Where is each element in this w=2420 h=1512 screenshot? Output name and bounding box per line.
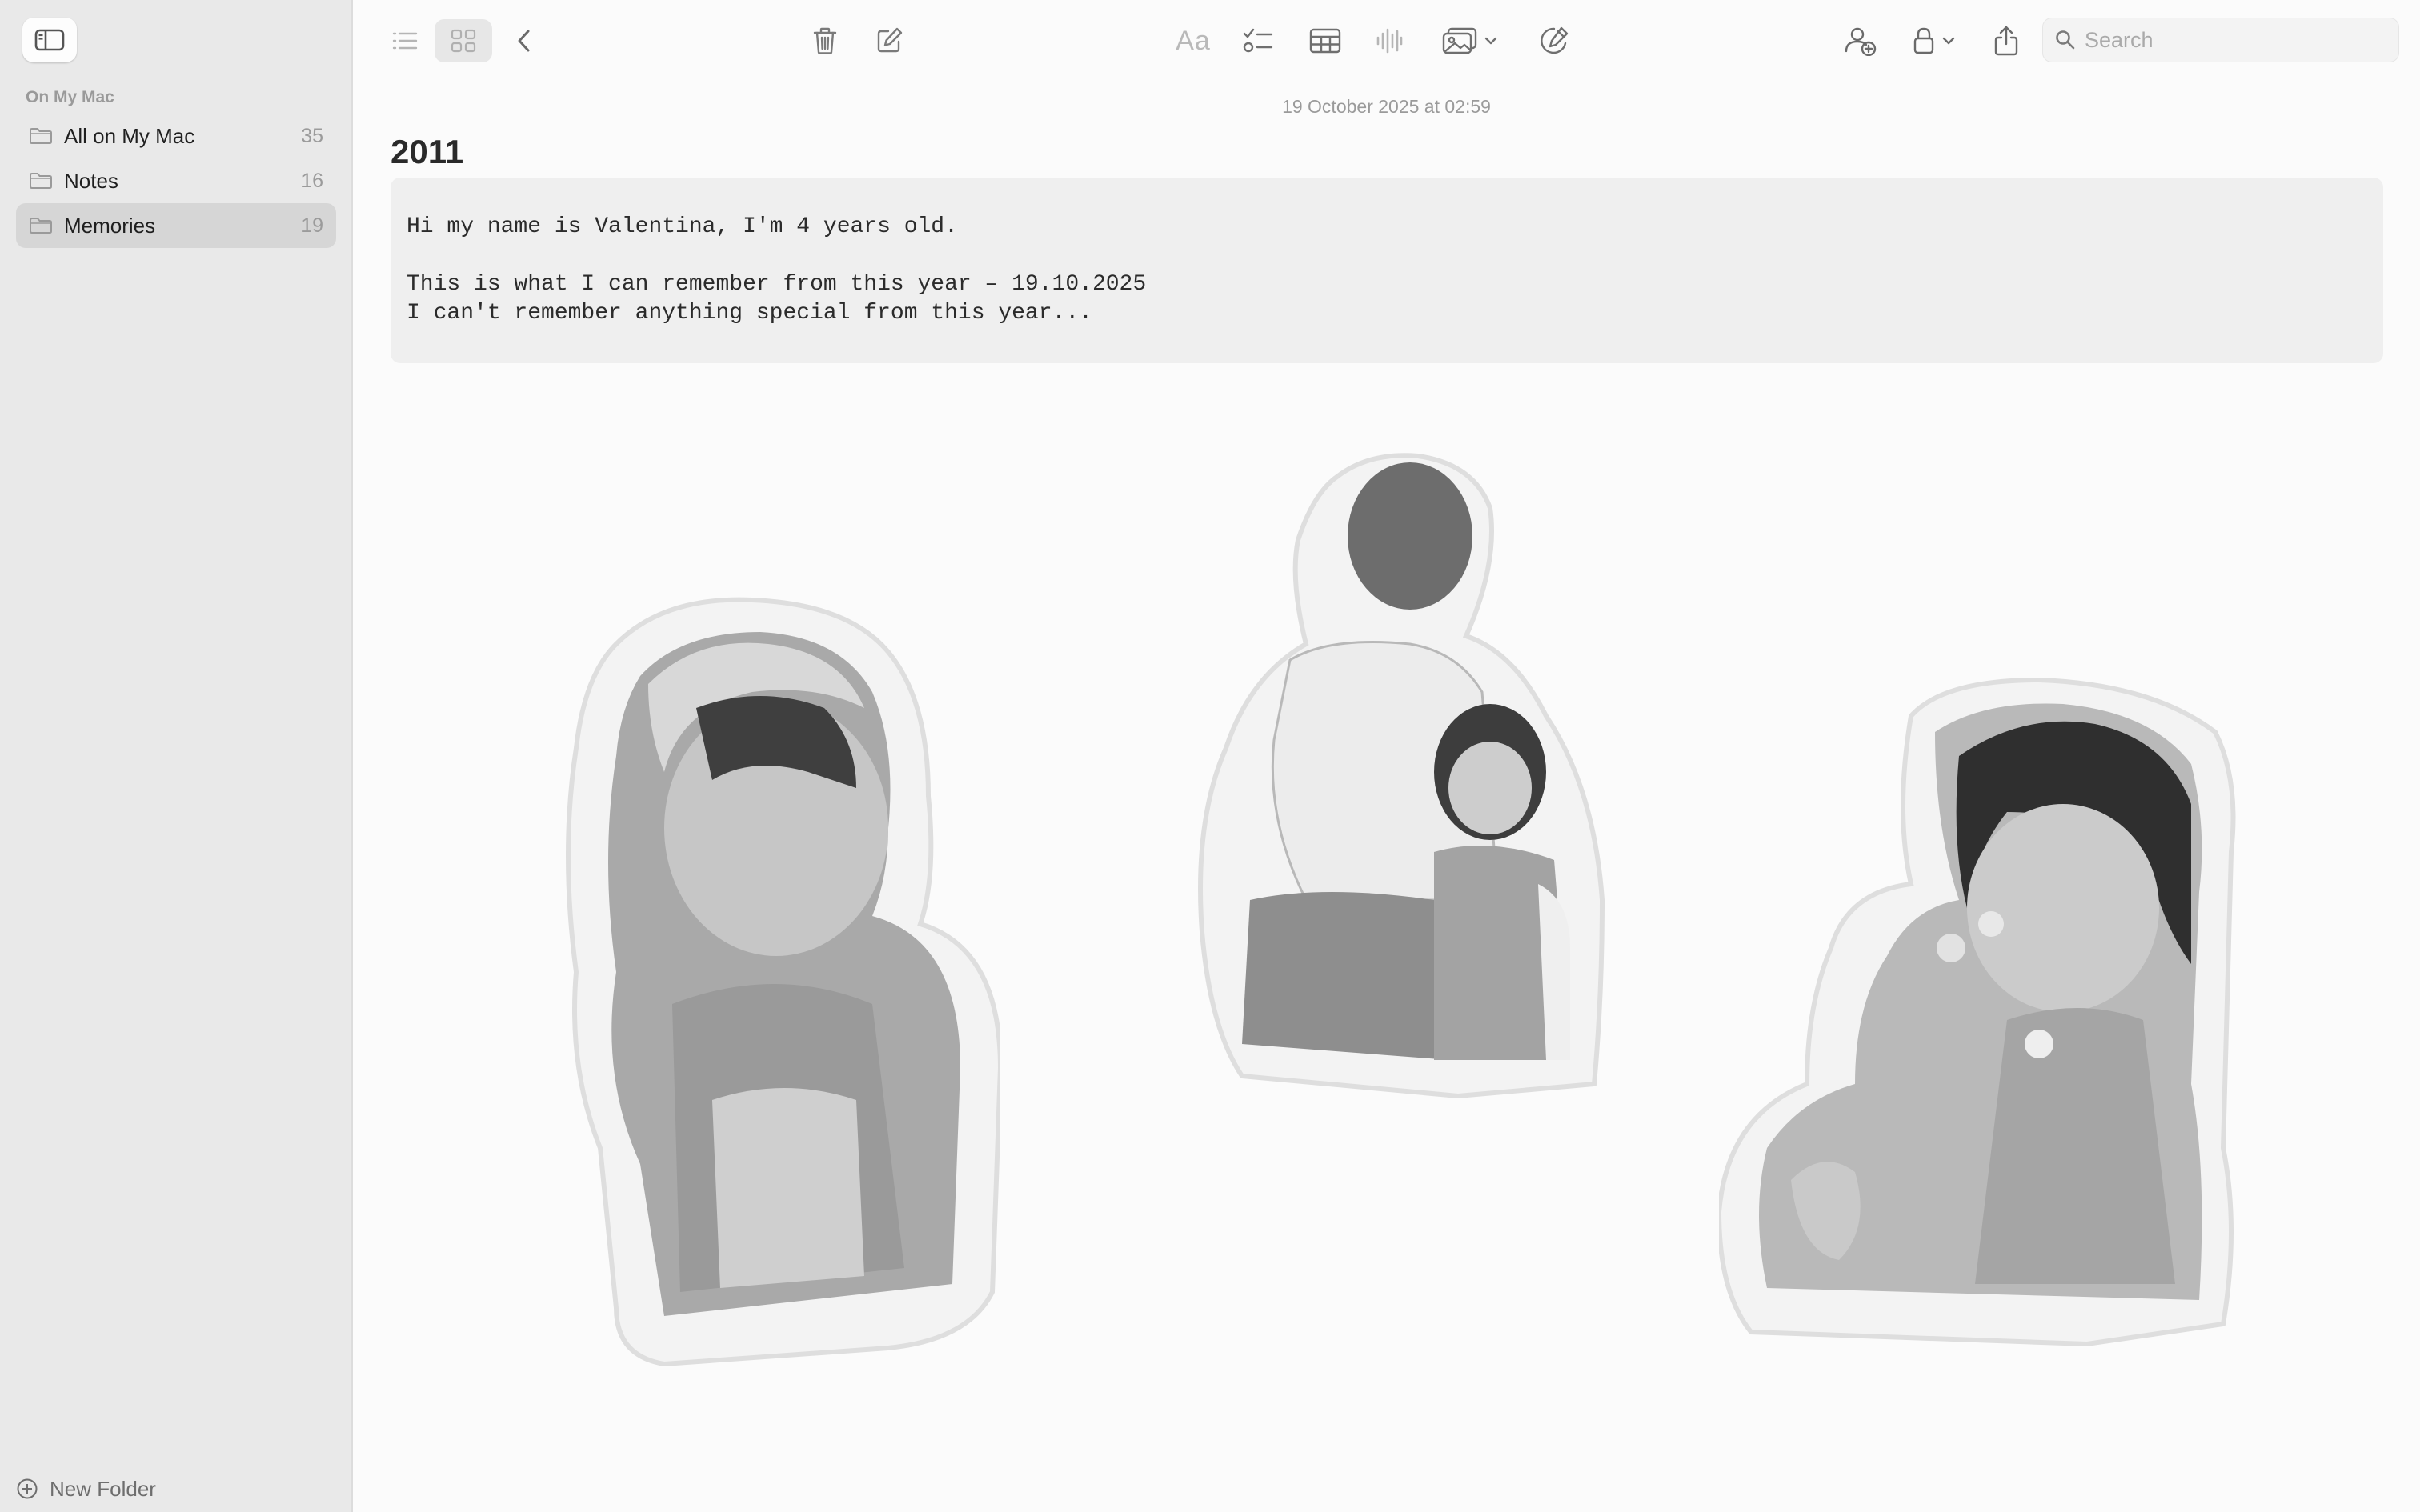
markup-icon bbox=[1541, 26, 1569, 54]
sidebar-item-all-on-my-mac[interactable]: All on My Mac 35 bbox=[16, 114, 336, 158]
new-folder-label: New Folder bbox=[50, 1476, 156, 1501]
folder-name: Notes bbox=[64, 168, 118, 193]
lock-button[interactable] bbox=[1905, 19, 1963, 62]
markup-button[interactable] bbox=[1534, 19, 1574, 62]
format-button[interactable]: Aa bbox=[1169, 19, 1217, 62]
sidebar-toggle-button[interactable] bbox=[22, 18, 77, 62]
gallery-view-button[interactable] bbox=[435, 19, 492, 62]
media-icon bbox=[1442, 27, 1477, 54]
folder-name: All on My Mac bbox=[64, 123, 195, 148]
folder-count: 19 bbox=[301, 214, 323, 237]
folder-icon bbox=[30, 173, 52, 189]
folder-list: All on My Mac 35 Notes 16 Memories 19 bbox=[16, 114, 336, 248]
table-button[interactable] bbox=[1305, 19, 1345, 62]
lock-icon bbox=[1913, 27, 1934, 54]
notes-app-window: On My Mac All on My Mac 35 Notes 16 Memo… bbox=[0, 0, 2420, 1512]
list-view-button[interactable] bbox=[383, 19, 427, 62]
chevron-down-icon bbox=[1942, 37, 1955, 45]
plus-circle-icon bbox=[17, 1478, 38, 1499]
share-button[interactable] bbox=[1987, 19, 2025, 62]
collaborate-button[interactable] bbox=[1838, 19, 1883, 62]
note-body-line: I can't remember anything special from t… bbox=[407, 301, 1092, 326]
sidebar: On My Mac All on My Mac 35 Notes 16 Memo… bbox=[0, 0, 353, 1512]
photo-sticker-image bbox=[566, 597, 1000, 1367]
folder-count: 16 bbox=[301, 169, 323, 192]
table-icon bbox=[1309, 28, 1341, 54]
collaborate-icon bbox=[1845, 27, 1877, 56]
back-chevron-icon bbox=[518, 30, 530, 52]
photo-girl-flowers[interactable] bbox=[1719, 668, 2239, 1356]
list-view-icon bbox=[392, 32, 418, 50]
note-body-block[interactable]: Hi my name is Valentina, I'm 4 years old… bbox=[391, 178, 2383, 363]
new-folder-button[interactable]: New Folder bbox=[16, 1474, 156, 1503]
compose-icon bbox=[877, 27, 903, 53]
photo-girl-headscarf[interactable] bbox=[552, 588, 1000, 1372]
photo-two-girls[interactable] bbox=[1194, 452, 1610, 1108]
trash-icon bbox=[813, 27, 837, 54]
back-button[interactable] bbox=[508, 19, 540, 62]
folder-count: 35 bbox=[301, 124, 323, 147]
media-button[interactable] bbox=[1436, 19, 1504, 62]
folder-name: Memories bbox=[64, 213, 156, 238]
folder-icon bbox=[30, 128, 52, 144]
chevron-down-icon bbox=[1484, 37, 1497, 45]
new-note-button[interactable] bbox=[870, 19, 908, 62]
note-body-line: This is what I can remember from this ye… bbox=[407, 272, 1147, 297]
gallery-view-icon bbox=[451, 29, 476, 53]
audio-button[interactable] bbox=[1369, 19, 1409, 62]
toolbar: Aa bbox=[353, 0, 2420, 80]
search-icon bbox=[2056, 30, 2075, 50]
search-input[interactable] bbox=[2085, 27, 2389, 53]
audio-waveform-icon bbox=[1376, 28, 1403, 54]
section-label-on-my-mac: On My Mac bbox=[26, 88, 114, 106]
sidebar-item-memories[interactable]: Memories 19 bbox=[16, 203, 336, 248]
note-body-line bbox=[407, 242, 2367, 270]
sidebar-icon bbox=[34, 29, 65, 51]
folder-icon bbox=[30, 218, 52, 234]
search-field[interactable] bbox=[2042, 18, 2399, 62]
photo-sticker-image bbox=[1719, 677, 2236, 1347]
sidebar-item-notes[interactable]: Notes 16 bbox=[16, 158, 336, 203]
delete-button[interactable] bbox=[806, 19, 844, 62]
note-title[interactable]: 2011 bbox=[391, 133, 463, 171]
checklist-button[interactable] bbox=[1238, 19, 1278, 62]
checklist-icon bbox=[1243, 28, 1273, 53]
format-text-icon: Aa bbox=[1176, 25, 1211, 56]
note-date: 19 October 2025 at 02:59 bbox=[1282, 96, 1491, 117]
photo-sticker-image bbox=[1198, 453, 1605, 1099]
share-icon bbox=[1994, 26, 2018, 56]
note-body-line: Hi my name is Valentina, I'm 4 years old… bbox=[407, 214, 958, 239]
